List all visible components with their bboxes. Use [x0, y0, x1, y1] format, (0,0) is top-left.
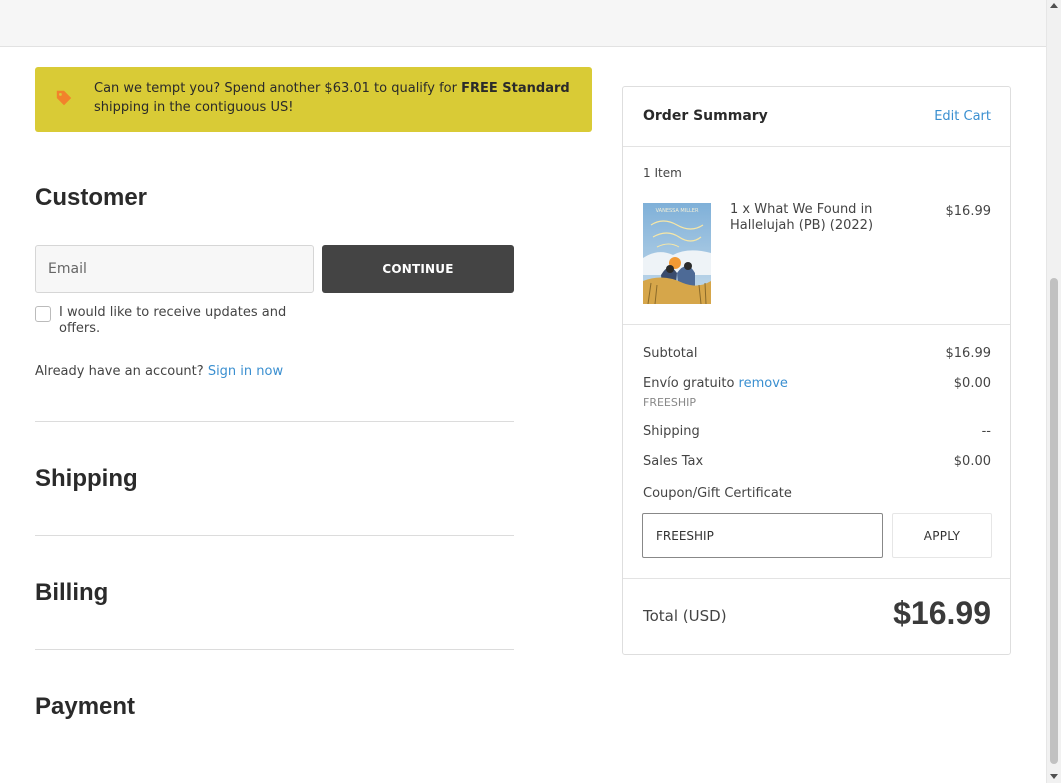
summary-divider: [623, 578, 1010, 579]
account-prompt-text: Already have an account?: [35, 364, 204, 379]
summary-divider: [623, 324, 1010, 325]
coupon-label: Coupon/Gift Certificate: [643, 486, 792, 501]
continue-button[interactable]: CONTINUE: [322, 245, 514, 293]
subtotal-label: Subtotal: [643, 346, 698, 361]
billing-section-title[interactable]: Billing: [35, 579, 108, 607]
sales-tax-label: Sales Tax: [643, 454, 704, 469]
discount-row: Envío gratuito remove: [643, 376, 788, 391]
free-shipping-banner: Can we tempt you? Spend another $63.01 t…: [35, 67, 592, 132]
section-divider: [35, 535, 514, 536]
discount-label: Envío gratuito: [643, 376, 735, 391]
cart-item-name: 1 x What We Found in Hallelujah (PB) (20…: [730, 202, 874, 233]
page-scrollbar[interactable]: [1046, 0, 1061, 783]
coupon-input[interactable]: [642, 513, 883, 558]
cart-item-price: $16.99: [945, 204, 992, 219]
tag-icon: [56, 90, 72, 106]
banner-message: Can we tempt you? Spend another $63.01 t…: [94, 81, 570, 115]
order-summary-header: Order Summary Edit Cart: [623, 87, 1010, 147]
item-count: 1 Item: [643, 166, 682, 180]
shipping-value: --: [981, 424, 991, 439]
edit-cart-link[interactable]: Edit Cart: [934, 109, 991, 124]
scroll-down-arrow-icon[interactable]: [1050, 774, 1058, 779]
top-header-bar: [0, 0, 1046, 47]
sign-in-link[interactable]: Sign in now: [208, 364, 283, 379]
scroll-up-arrow-icon[interactable]: [1050, 3, 1058, 8]
updates-checkbox[interactable]: [35, 306, 51, 322]
section-divider: [35, 421, 514, 422]
order-summary-panel: Order Summary Edit Cart 1 Item VANESSA M…: [622, 86, 1011, 655]
remove-discount-link[interactable]: remove: [739, 376, 788, 391]
shipping-section-title[interactable]: Shipping: [35, 465, 138, 493]
email-field[interactable]: [35, 245, 314, 293]
scrollbar-thumb[interactable]: [1050, 278, 1058, 764]
total-value: $16.99: [893, 595, 991, 631]
sales-tax-value: $0.00: [953, 454, 991, 469]
applied-coupon-code: FREESHIP: [643, 396, 697, 409]
account-prompt: Already have an account? Sign in now: [35, 364, 283, 379]
subtotal-value: $16.99: [945, 346, 992, 361]
total-label: Total (USD): [643, 607, 727, 625]
updates-checkbox-label: I would like to receive updates and offe…: [59, 305, 287, 336]
shipping-label: Shipping: [643, 424, 700, 439]
book-cover-image: VANESSA MILLER: [643, 203, 711, 304]
discount-value: $0.00: [953, 376, 991, 391]
customer-section-title: Customer: [35, 184, 148, 211]
book-cover-author: VANESSA MILLER: [656, 208, 699, 214]
payment-section-title[interactable]: Payment: [35, 693, 135, 721]
order-summary-title: Order Summary: [643, 108, 768, 124]
section-divider: [35, 649, 514, 650]
apply-coupon-button[interactable]: APPLY: [892, 513, 992, 558]
